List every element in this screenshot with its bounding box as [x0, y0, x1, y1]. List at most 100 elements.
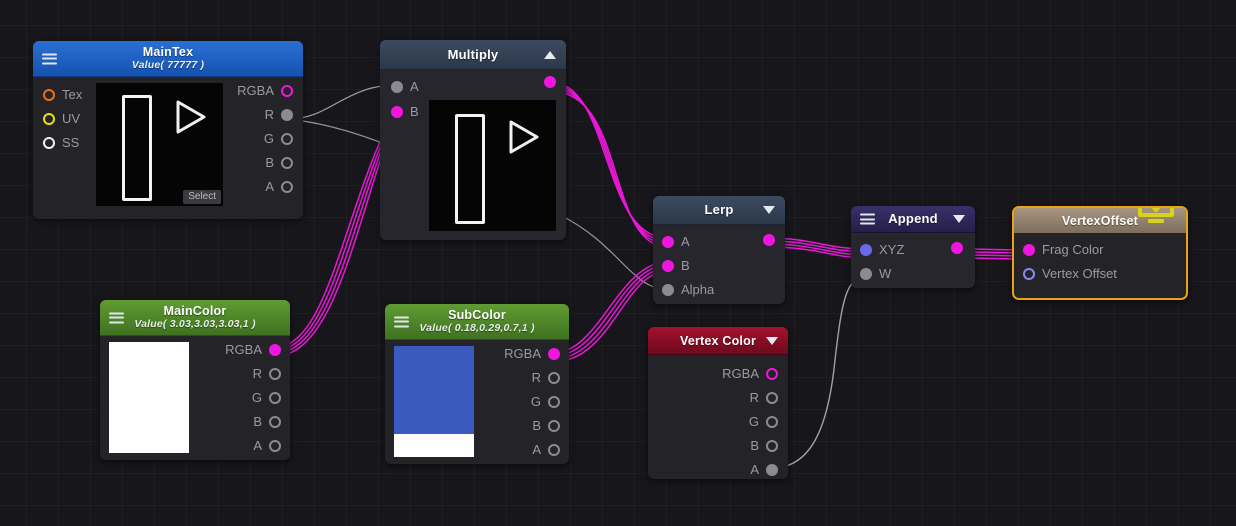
- node-append[interactable]: Append XYZ W: [851, 206, 975, 288]
- port-dot-alpha-icon[interactable]: [662, 283, 674, 296]
- port-dot-r-icon[interactable]: [269, 367, 281, 380]
- port-dot-b-icon[interactable]: [281, 156, 293, 169]
- chevron-down-icon[interactable]: [766, 336, 778, 345]
- port-out-g[interactable]: G: [264, 131, 293, 146]
- port-in-tex[interactable]: Tex: [43, 87, 82, 102]
- port-out-rgba[interactable]: RGBA: [237, 83, 293, 98]
- port-out-g[interactable]: G: [749, 414, 778, 429]
- texture-preview[interactable]: Select: [96, 83, 223, 206]
- port-dot-g-icon[interactable]: [548, 395, 560, 408]
- port-dot-w-icon[interactable]: [860, 267, 872, 280]
- chevron-down-icon[interactable]: [953, 215, 965, 223]
- port-out-r[interactable]: R: [750, 390, 778, 405]
- chevron-down-icon[interactable]: [763, 206, 775, 214]
- port-dot-b-icon[interactable]: [548, 419, 560, 432]
- port-dot-a-icon[interactable]: [391, 80, 403, 93]
- port-out-rgba[interactable]: RGBA: [504, 346, 560, 361]
- port-out-b[interactable]: B: [253, 414, 281, 429]
- node-vertexcolor-header[interactable]: Vertex Color: [648, 327, 788, 355]
- node-maincolor-header[interactable]: MainColor Value( 3.03,3.03,3.03,1 ): [100, 300, 290, 336]
- port-dot-uv-icon[interactable]: [43, 112, 55, 125]
- port-dot-tex-icon[interactable]: [43, 88, 55, 101]
- port-out-g[interactable]: G: [252, 390, 281, 405]
- port-out-g[interactable]: G: [531, 394, 560, 409]
- port-dot-rgba-icon[interactable]: [281, 84, 293, 97]
- hamburger-icon[interactable]: [109, 312, 124, 323]
- port-in-b[interactable]: B: [391, 104, 419, 119]
- node-maincolor[interactable]: MainColor Value( 3.03,3.03,3.03,1 ) RGBA…: [100, 300, 290, 460]
- node-subcolor[interactable]: SubColor Value( 0.18,0.29,0.7,1 ) RGBA R…: [385, 304, 569, 464]
- node-lerp-header[interactable]: Lerp: [653, 196, 785, 225]
- port-out-rgba[interactable]: RGBA: [225, 342, 281, 357]
- port-dot-xyz-icon[interactable]: [860, 243, 872, 256]
- port-dot-a-icon[interactable]: [548, 443, 560, 456]
- node-maintex[interactable]: MainTex Value( 77777 ) Tex UV SS Select …: [33, 41, 303, 219]
- port-in-frag-color[interactable]: Frag Color: [1023, 242, 1103, 257]
- node-maintex-header[interactable]: MainTex Value( 77777 ): [33, 41, 303, 77]
- node-lerp[interactable]: Lerp A B Alpha: [653, 196, 785, 304]
- node-multiply-header[interactable]: Multiply: [380, 40, 566, 70]
- port-out-r[interactable]: R: [265, 107, 293, 122]
- port-out-b[interactable]: B: [532, 418, 560, 433]
- port-dot-frag-color-icon[interactable]: [1023, 243, 1035, 256]
- color-swatch[interactable]: [109, 342, 189, 453]
- port-dot-a-icon[interactable]: [269, 439, 281, 452]
- port-in-w[interactable]: W: [860, 266, 891, 281]
- node-graph-canvas[interactable]: MainTex Value( 77777 ) Tex UV SS Select …: [0, 0, 1236, 526]
- port-out-r[interactable]: R: [253, 366, 281, 381]
- port-out-a[interactable]: A: [265, 179, 293, 194]
- port-dot-a-icon[interactable]: [766, 463, 778, 476]
- port-out-b[interactable]: B: [750, 438, 778, 453]
- port-dot-out-icon[interactable]: [951, 242, 963, 254]
- port-dot-b-icon[interactable]: [391, 105, 403, 118]
- port-out-result[interactable]: [763, 234, 775, 246]
- node-multiply[interactable]: Multiply A B: [380, 40, 566, 240]
- port-in-a[interactable]: A: [391, 79, 419, 94]
- chevron-up-icon[interactable]: [544, 50, 556, 59]
- port-out-result[interactable]: [951, 242, 963, 254]
- port-label-a: A: [681, 234, 690, 249]
- hamburger-icon[interactable]: [860, 213, 875, 225]
- hamburger-icon[interactable]: [394, 316, 409, 327]
- node-append-header[interactable]: Append: [851, 206, 975, 233]
- port-dot-b-icon[interactable]: [269, 415, 281, 428]
- port-dot-vertex-offset-icon[interactable]: [1023, 267, 1035, 280]
- port-out-r[interactable]: R: [532, 370, 560, 385]
- select-button[interactable]: Select: [183, 190, 221, 204]
- port-dot-b-icon[interactable]: [662, 259, 674, 272]
- color-swatch[interactable]: [394, 346, 474, 457]
- port-out-a[interactable]: A: [253, 438, 281, 453]
- hamburger-icon[interactable]: [42, 53, 57, 64]
- port-dot-a-icon[interactable]: [281, 180, 293, 193]
- port-out-a[interactable]: A: [750, 462, 778, 477]
- node-vertexcolor[interactable]: Vertex Color RGBA R G B A: [648, 327, 788, 479]
- port-in-xyz[interactable]: XYZ: [860, 242, 904, 257]
- node-vertexoffset[interactable]: VertexOffset Frag Color Vertex Offset: [1012, 206, 1188, 300]
- port-dot-rgba-icon[interactable]: [269, 343, 281, 356]
- port-dot-r-icon[interactable]: [548, 371, 560, 384]
- port-dot-ss-icon[interactable]: [43, 136, 55, 149]
- port-dot-out-icon[interactable]: [544, 76, 556, 88]
- port-in-vertex-offset[interactable]: Vertex Offset: [1023, 266, 1117, 281]
- port-out-result[interactable]: [544, 76, 556, 88]
- node-subcolor-header[interactable]: SubColor Value( 0.18,0.29,0.7,1 ): [385, 304, 569, 340]
- port-dot-a-icon[interactable]: [662, 235, 674, 248]
- port-dot-out-icon[interactable]: [763, 234, 775, 246]
- port-in-a[interactable]: A: [662, 234, 690, 249]
- port-in-alpha[interactable]: Alpha: [662, 282, 714, 297]
- port-dot-r-icon[interactable]: [281, 108, 293, 121]
- port-in-ss[interactable]: SS: [43, 135, 79, 150]
- port-out-b[interactable]: B: [265, 155, 293, 170]
- port-dot-g-icon[interactable]: [766, 415, 778, 428]
- port-dot-rgba-icon[interactable]: [766, 367, 778, 380]
- multiply-preview[interactable]: [429, 100, 556, 231]
- port-dot-r-icon[interactable]: [766, 391, 778, 404]
- port-in-b[interactable]: B: [662, 258, 690, 273]
- port-in-uv[interactable]: UV: [43, 111, 80, 126]
- port-dot-g-icon[interactable]: [269, 391, 281, 404]
- port-out-a[interactable]: A: [532, 442, 560, 457]
- port-dot-g-icon[interactable]: [281, 132, 293, 145]
- port-out-rgba[interactable]: RGBA: [722, 366, 778, 381]
- port-dot-b-icon[interactable]: [766, 439, 778, 452]
- port-dot-rgba-icon[interactable]: [548, 347, 560, 360]
